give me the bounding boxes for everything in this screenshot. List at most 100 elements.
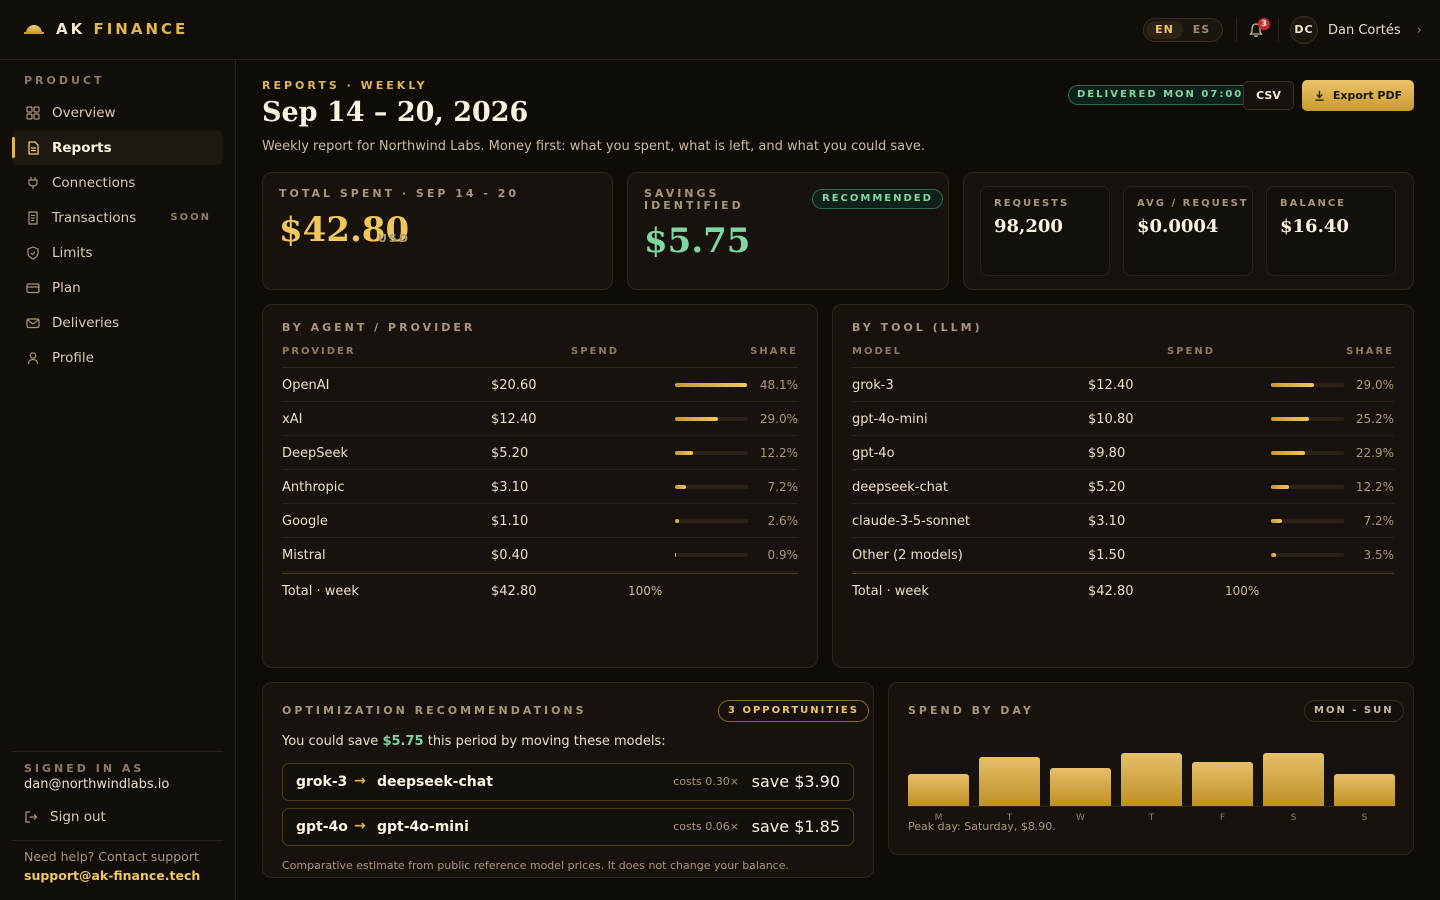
row-share: 2.6% [767,514,799,528]
notification-count-badge: 3 [1258,18,1270,30]
stat-label: BALANCE [1280,198,1347,209]
row-share: 12.2% [1355,480,1394,494]
sidebar-item-label: Connections [52,174,136,191]
sign-out-button[interactable]: Sign out [24,809,106,825]
card-icon [26,282,40,293]
day-bar [908,774,969,806]
row-name: claude-3-5-sonnet [852,514,971,529]
share-bar [675,383,748,387]
day-label: W [1076,813,1085,823]
row-name: DeepSeek [282,446,349,461]
csv-button[interactable]: CSV [1243,81,1294,110]
share-bar [675,451,748,455]
footnote: Comparative estimate from public referen… [282,859,789,872]
breadcrumb: REPORTS · WEEKLY [262,79,428,92]
peak-day-note: Peak day: Saturday, $8.90. [908,820,1056,833]
total-spend: $42.80 [1088,584,1134,599]
user-menu[interactable]: DC Dan Cortés › [1290,16,1422,44]
export-pdf-button[interactable]: Export PDF [1302,80,1414,111]
sidebar-item-plan[interactable]: Plan [12,270,223,305]
savings-summary: You could save $5.75 this period by movi… [282,734,666,749]
share-bar [675,417,748,421]
from-model: gpt-4o [296,819,348,835]
day-bar [1192,762,1253,806]
notifications-button[interactable]: 3 [1248,18,1270,38]
total-spent-label: TOTAL SPENT · SEP 14 - 20 [279,187,520,200]
export-pdf-label: Export PDF [1332,89,1403,102]
share-bar-fill [675,519,679,523]
share-bar-fill [1271,485,1290,489]
row-spend: $12.40 [1088,378,1134,393]
row-name: Other (2 models) [852,548,963,563]
mail-icon [26,317,40,328]
sidebar-nav: Overview Reports Connections Transaction… [12,95,223,375]
sign-out-icon [25,811,38,823]
savings-amount: $5.75 [382,734,424,749]
balance-stat: BALANCE $16.40 [1266,186,1396,276]
download-icon [1315,90,1324,101]
row-spend: $12.40 [491,412,537,427]
logo-icon [24,23,44,35]
lang-en[interactable]: EN [1146,21,1183,39]
row-name: grok-3 [852,378,894,393]
brand-name: AK FINANCE [56,20,189,38]
language-switch[interactable]: EN ES [1143,18,1223,42]
share-bar [1271,485,1344,489]
total-spent-card: TOTAL SPENT · SEP 14 - 20 $42.80 USD [262,172,613,290]
sidebar-item-reports[interactable]: Reports [12,130,223,165]
savings-value: $5.75 [644,221,751,261]
avatar: DC [1290,16,1318,44]
opportunities-badge: 3 OPPORTUNITIES [718,700,869,722]
from-model: grok-3 [296,774,348,790]
total-share: 100% [628,584,663,598]
cost-ratio: costs 0.06× [673,820,739,833]
sidebar-item-deliveries[interactable]: Deliveries [12,305,223,340]
row-name: OpenAI [282,378,330,393]
row-name: Google [282,514,328,529]
divider [12,751,223,752]
sidebar-item-overview[interactable]: Overview [12,95,223,130]
model-swap-recommendation[interactable]: grok-3 → deepseek-chat costs 0.30× save … [282,763,854,801]
column-header: PROVIDER [282,346,356,357]
share-bar-fill [1271,451,1306,455]
share-bar [1271,553,1344,557]
row-name: Mistral [282,548,326,563]
row-spend: $5.20 [1088,480,1126,495]
lang-es[interactable]: ES [1183,21,1220,39]
divider [1236,18,1237,42]
row-spend: $3.10 [491,480,529,495]
table-row: Google $1.10 2.6% [282,504,798,538]
user-name: Dan Cortés [1328,22,1401,38]
section-title: OPTIMIZATION RECOMMENDATIONS [282,704,587,717]
table-title: BY TOOL (LLM) [852,321,983,334]
sidebar-item-label: Transactions [52,209,137,226]
sidebar-item-label: Deliveries [52,314,120,331]
savings-card: SAVINGS IDENTIFIED RECOMMENDED $5.75 [627,172,949,290]
model-swap-recommendation[interactable]: gpt-4o → gpt-4o-mini costs 0.06× save $1… [282,808,854,846]
row-share: 7.2% [1363,514,1395,528]
day-label: S [1361,813,1368,823]
logo[interactable]: AK FINANCE [24,20,188,38]
table-row: Other (2 models) $1.50 3.5% [852,538,1394,572]
table-row: claude-3-5-sonnet $3.10 7.2% [852,504,1394,538]
avg-request-stat: AVG / REQUEST $0.0004 [1123,186,1253,276]
row-share: 7.2% [767,480,799,494]
save-amount: save $1.85 [751,817,840,836]
sidebar-item-connections[interactable]: Connections [12,165,223,200]
day-bar [1334,774,1395,806]
table-row: gpt-4o-mini $10.80 25.2% [852,402,1394,436]
support-email-link[interactable]: support@ak-finance.tech [24,868,200,883]
sidebar-item-limits[interactable]: Limits [12,235,223,270]
share-bar [1271,383,1344,387]
table-total-row: Total · week $42.80 100% [852,573,1394,607]
sidebar-item-transactions[interactable]: Transactions SOON [12,200,223,235]
spend-by-day-card: SPEND BY DAY MON - SUN MTWTFSS Peak day:… [888,682,1414,855]
day-label: T [1148,813,1155,823]
requests-stat: REQUESTS 98,200 [980,186,1110,276]
table-header: PROVIDER SPEND SHARE [282,346,798,368]
row-name: gpt-4o [852,446,895,461]
table-row: grok-3 $12.40 29.0% [852,368,1394,402]
sidebar-item-profile[interactable]: Profile [12,340,223,375]
row-share: 12.2% [759,446,798,460]
table-row: DeepSeek $5.20 12.2% [282,436,798,470]
